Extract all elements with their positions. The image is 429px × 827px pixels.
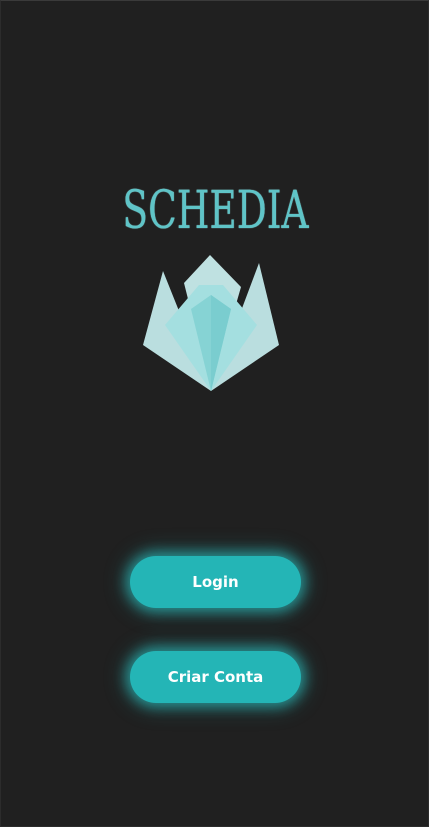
app-screen: SCHEDIA Login Criar Conta — [0, 0, 429, 827]
create-account-button[interactable]: Criar Conta — [130, 651, 301, 703]
brand-wordmark: SCHEDIA — [122, 181, 309, 241]
lotus-crystal-icon — [143, 255, 279, 391]
login-button[interactable]: Login — [130, 556, 301, 608]
